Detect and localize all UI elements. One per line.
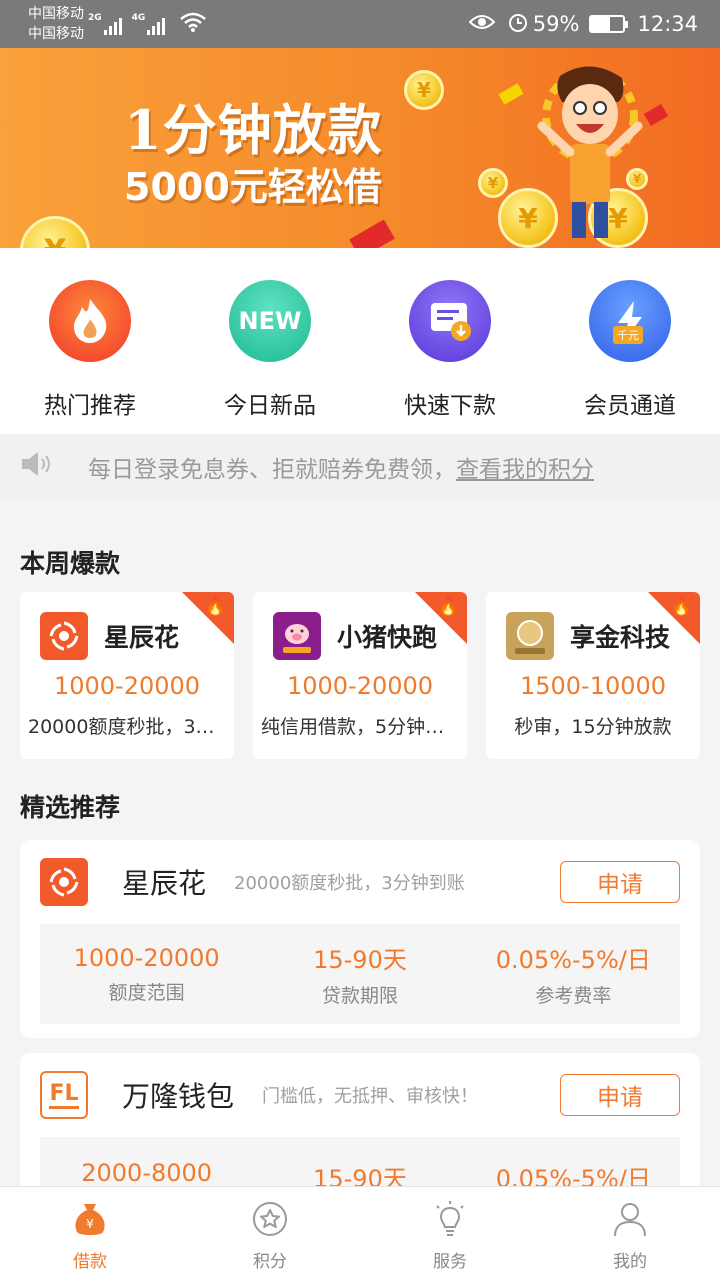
cartoon-man-illustration [537,66,643,238]
stat-rate-label: 参考费率 [535,985,612,1007]
hot-card-desc: 纯信用借款，5分钟申请 [261,716,464,738]
signal-2g-icon: 2G [88,13,124,35]
rec-stats: 1000-20000 额度范围 15-90天贷款期限 0.05%-5%/日参考费率 [40,924,680,1024]
hot-card-range: 1500-10000 [519,672,667,700]
tab-label: 积分 [253,1252,287,1272]
carrier-info: 中国移动 中国移动 [28,4,84,44]
stat-rate: 0.05%-5%/日 [495,946,651,974]
hot-card-range: 1000-20000 [286,672,434,700]
promo-banner[interactable]: 1分钟放款 5000元轻松借 ¥ ¥ ¥ ¥ ¥ ¥ [0,48,720,248]
rec-card[interactable]: 星辰花 20000额度秒批，3分钟到账 申请 1000-20000 额度范围 15… [20,840,700,1038]
stat-term-label: 贷款期限 [321,985,398,1007]
svg-text:¥: ¥ [86,1217,94,1231]
tab-label: 我的 [613,1252,647,1272]
quick-label: 会员通道 [584,393,676,419]
fire-icon [49,280,131,362]
quick-item-fast[interactable]: 快速下款 [360,248,540,434]
download-icon [409,280,491,362]
hot-card[interactable]: 🔥 星辰花 1000-20000 20000额度秒批，3分钟到账 [20,592,234,759]
apply-button[interactable]: 申请 [560,861,680,903]
quick-label: 热门推荐 [44,393,136,419]
quick-label: 今日新品 [224,393,316,419]
eye-icon [468,12,496,36]
tab-mine[interactable]: 我的 [540,1187,720,1280]
fire-icon: 🔥 [204,597,226,617]
coin-icon: ¥ [404,70,444,110]
xingchenhua-logo [40,612,88,660]
hot-card-desc: 20000额度秒批，3分钟到账 [28,716,234,738]
fire-icon: 🔥 [437,597,459,617]
speaker-icon [20,449,54,485]
money-bag-icon: ¥ [70,1199,110,1239]
section-title-rec: 精选推荐 [20,793,121,822]
hot-card[interactable]: 🔥 享金科技 1500-10000 秒审，15分钟放款 [486,592,700,759]
carrier-1: 中国移动 [28,6,84,22]
tab-label: 服务 [433,1252,467,1272]
xiangjin-logo [506,612,554,660]
stat-amount-label: 额度范围 [108,981,185,1004]
banner-subline: 5000元轻松借 [124,165,382,209]
quick-label: 快速下款 [404,393,496,419]
notice-bar: 每日登录免息券、拒就赔券免费领， 查看我的积分 [0,434,720,500]
coin-icon: ¥ [478,168,508,198]
quick-item-new[interactable]: NEW 今日新品 [180,248,360,434]
signal-4g-icon: 4G [132,13,168,35]
tab-label: 借款 [73,1252,107,1272]
tab-service[interactable]: 服务 [360,1187,540,1280]
lightning-icon: 千元 [589,280,671,362]
hot-card-desc: 秒审，15分钟放款 [514,716,672,738]
fire-icon: 🔥 [670,597,692,617]
stat-amount: 2000-8000 [81,1159,213,1187]
person-icon [610,1199,650,1239]
rec-desc: 门槛低，无抵押、审核快！ [262,1086,479,1107]
bottom-tab-bar: ¥ 借款 积分 服务 我的 [0,1186,720,1280]
xiaozhu-logo [273,612,321,660]
stat-amount: 1000-20000 [73,943,220,972]
quick-item-hot[interactable]: 热门推荐 [0,248,180,434]
status-bar: 中国移动 中国移动 2G 4G 59% 12:34 [0,0,720,48]
section-title-hot: 本周爆款 [20,549,121,578]
quick-item-vip[interactable]: 千元 会员通道 [540,248,720,434]
clock: 12:34 [637,12,698,36]
new-icon: NEW [229,280,311,362]
quick-menu: 热门推荐 NEW 今日新品 快速下款 千元 会员通道 [0,248,720,434]
battery-icon [589,15,629,33]
lightbulb-icon [430,1199,470,1239]
view-points-link[interactable]: 查看我的积分 [456,450,594,484]
apply-button[interactable]: 申请 [560,1074,680,1116]
stat-term: 15-90天 [313,946,407,974]
carrier-2: 中国移动 [28,26,84,42]
hot-card-range: 1000-20000 [53,672,201,700]
xingchenhua-logo [40,858,88,906]
alarm-icon [507,11,529,38]
rec-desc: 20000额度秒批，3分钟到账 [234,873,465,894]
star-circle-icon [250,1199,290,1239]
rec-name: 星辰花 [122,867,207,900]
wifi-icon [179,11,207,37]
hot-card-list: 🔥 星辰花 1000-20000 20000额度秒批，3分钟到账 🔥 小猪快跑 … [20,592,700,759]
notice-text: 每日登录免息券、拒就赔券免费领， [88,457,456,483]
rec-name: 万隆钱包 [122,1080,235,1113]
wanlong-logo: FL [40,1071,88,1119]
hot-card[interactable]: 🔥 小猪快跑 1000-20000 纯信用借款，5分钟申请 [253,592,467,759]
tab-loan[interactable]: ¥ 借款 [0,1187,180,1280]
tab-points[interactable]: 积分 [180,1187,360,1280]
coin-icon: ¥ [20,216,90,248]
battery-percent: 59% [532,12,580,36]
banner-headline: 1分钟放款 [124,98,383,162]
hot-card-name: 星辰花 [104,623,180,652]
